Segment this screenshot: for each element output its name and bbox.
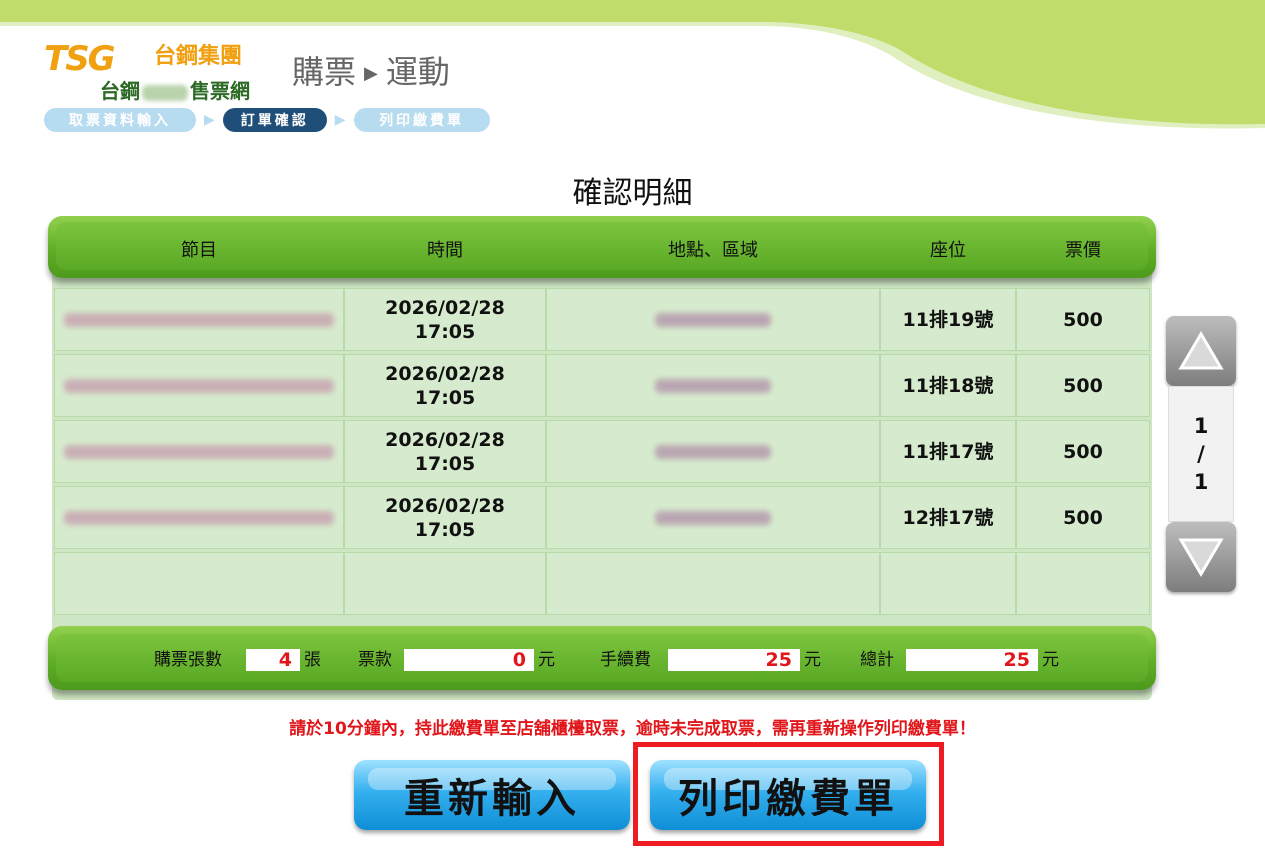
redacted-text (64, 444, 334, 459)
date-text: 2026/02/28 (385, 362, 505, 385)
triangle-up-icon (1178, 331, 1224, 370)
page-current: 1 (1193, 414, 1209, 438)
time-cell: 2026/02/28 17:05 (344, 288, 546, 351)
redacted-text (64, 312, 334, 327)
empty-cell (344, 552, 546, 615)
program-cell (54, 486, 344, 549)
breadcrumb-first: 購票 (292, 53, 357, 91)
ticket-amount-label: 票款 (358, 650, 392, 670)
redacted-text (655, 312, 771, 327)
reenter-button-label: 重新輸入 (404, 776, 580, 822)
column-header-program: 節目 (181, 240, 217, 261)
page-down-button[interactable] (1166, 522, 1236, 592)
price-cell: 500 (1016, 354, 1150, 417)
table-row: 2026/02/28 17:05 12排17號 500 (54, 486, 1150, 551)
breadcrumb-second: 運動 (385, 53, 450, 91)
price-cell: 500 (1016, 288, 1150, 351)
table-row-empty (54, 552, 1150, 617)
highlight-box (633, 742, 944, 846)
total-label: 總計 (860, 650, 894, 670)
breadcrumb: 購票 ▶ 運動 (292, 52, 450, 94)
page-title: 確認明細 (572, 176, 693, 211)
empty-cell (880, 552, 1016, 615)
table-row: 2026/02/28 17:05 11排17號 500 (54, 420, 1150, 485)
price-cell: 500 (1016, 486, 1150, 549)
fee-value: 25 (668, 649, 800, 671)
time-text: 17:05 (414, 386, 476, 409)
page-total: 1 (1193, 470, 1209, 494)
step-arrow-icon: ▶ (204, 112, 215, 128)
logo-subtitle: 台鋼 售票網 (100, 78, 250, 104)
seat-cell: 11排17號 (880, 420, 1016, 483)
column-header-seat: 座位 (930, 240, 966, 261)
date-text: 2026/02/28 (385, 296, 505, 319)
redacted-text (64, 378, 334, 393)
program-cell (54, 420, 344, 483)
time-limit-notice: 請於10分鐘內，持此繳費單至店舖櫃檯取票，逾時未完成取票，需再重新操作列印繳費單… (289, 719, 976, 739)
column-header-time: 時間 (427, 240, 463, 261)
seat-cell: 11排18號 (880, 354, 1016, 417)
time-text: 17:05 (414, 518, 476, 541)
page-separator: / (1197, 442, 1205, 466)
venue-cell (546, 354, 880, 417)
empty-cell (546, 552, 880, 615)
time-cell: 2026/02/28 17:05 (344, 486, 546, 549)
page-indicator: 1 / 1 (1168, 386, 1234, 522)
price-cell: 500 (1016, 420, 1150, 483)
step-order-confirm: 訂單確認 (222, 108, 327, 132)
time-cell: 2026/02/28 17:05 (344, 420, 546, 483)
ticket-amount-unit: 元 (538, 650, 555, 670)
empty-cell (1016, 552, 1150, 615)
fee-label: 手續費 (600, 650, 651, 670)
step-ticket-info: 取票資料輸入 (44, 108, 196, 132)
ticket-amount-value: 0 (404, 649, 534, 671)
time-text: 17:05 (414, 320, 476, 343)
seat-cell: 12排17號 (880, 486, 1016, 549)
logo-brand: TSG (44, 39, 116, 79)
reenter-button[interactable]: 重新輸入 (354, 760, 630, 830)
ticket-count-label: 購票張數 (154, 650, 222, 670)
logo-group-name: 台鋼集團 (154, 44, 243, 69)
time-text: 17:05 (414, 452, 476, 475)
column-header-price: 票價 (1065, 240, 1101, 261)
program-cell (54, 354, 344, 417)
redacted-text (655, 510, 771, 525)
venue-cell (546, 486, 880, 549)
triangle-down-icon (1178, 538, 1224, 577)
venue-cell (546, 420, 880, 483)
total-unit: 元 (1042, 650, 1059, 670)
ticket-count-unit: 張 (304, 650, 321, 670)
page-up-button[interactable] (1166, 316, 1236, 386)
venue-cell (546, 288, 880, 351)
redacted-text (655, 378, 771, 393)
page-scroller: 1 / 1 (1166, 316, 1236, 592)
fee-unit: 元 (804, 650, 821, 670)
table-row: 2026/02/28 17:05 11排18號 500 (54, 354, 1150, 419)
ticket-count-value: 4 (246, 649, 300, 671)
logo-sub-left: 台鋼 (100, 79, 140, 103)
time-cell: 2026/02/28 17:05 (344, 354, 546, 417)
chevron-right-icon: ▶ (364, 63, 378, 84)
redacted-text (64, 510, 334, 525)
step-arrow-icon: ▶ (334, 112, 346, 128)
table-row: 2026/02/28 17:05 11排19號 500 (54, 288, 1150, 353)
redacted-text (142, 84, 188, 101)
seat-cell: 11排19號 (880, 288, 1016, 351)
column-header-venue: 地點、區域 (668, 240, 758, 261)
logo-sub-right: 售票網 (190, 79, 250, 103)
redacted-text (655, 444, 771, 459)
step-indicator: 取票資料輸入 ▶ 訂單確認 ▶ 列印繳費單 (44, 108, 490, 132)
step-print-slip: 列印繳費單 (353, 108, 490, 132)
total-value: 25 (906, 649, 1038, 671)
empty-cell (54, 552, 344, 615)
program-cell (54, 288, 344, 351)
date-text: 2026/02/28 (385, 428, 505, 451)
date-text: 2026/02/28 (385, 494, 505, 517)
